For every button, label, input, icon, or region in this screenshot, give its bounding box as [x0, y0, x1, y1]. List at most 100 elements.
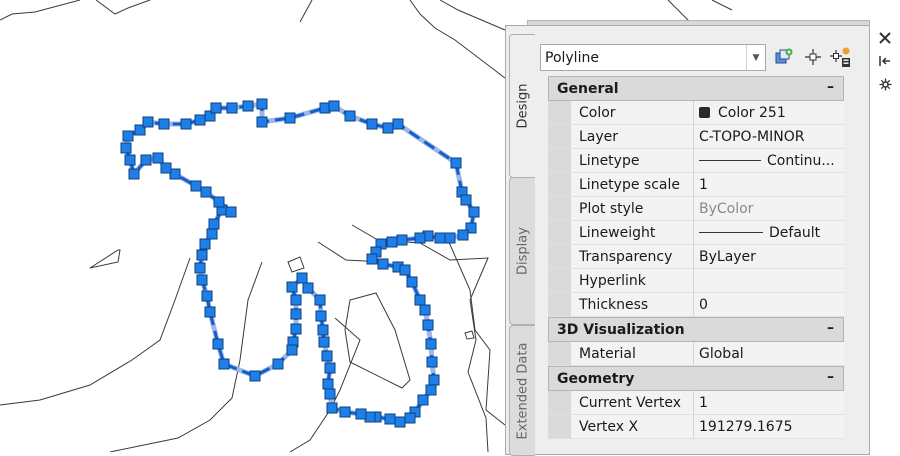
- vertex-grip[interactable]: [339, 406, 351, 418]
- vertex-grip[interactable]: [124, 154, 136, 166]
- vertex-grip[interactable]: [142, 116, 154, 128]
- section-header[interactable]: 3D Visualization –: [548, 317, 844, 342]
- property-value[interactable]: Continu...: [694, 149, 844, 172]
- property-value[interactable]: 1: [694, 391, 844, 414]
- vertex-grip[interactable]: [468, 206, 480, 218]
- property-row[interactable]: Transparency ByLayer: [548, 245, 844, 269]
- property-row[interactable]: Thickness 0: [548, 293, 844, 317]
- vertex-grip[interactable]: [152, 152, 164, 164]
- collapse-icon[interactable]: –: [827, 369, 834, 385]
- vertex-grip[interactable]: [286, 281, 298, 293]
- vertex-grip[interactable]: [328, 100, 340, 112]
- vertex-grip[interactable]: [425, 338, 437, 350]
- vertex-grip[interactable]: [201, 290, 213, 302]
- property-value[interactable]: Color 251: [694, 101, 844, 124]
- vertex-grip[interactable]: [457, 229, 469, 241]
- vertex-grip[interactable]: [286, 344, 298, 356]
- vertex-grip[interactable]: [256, 116, 268, 128]
- vertex-grip[interactable]: [249, 370, 261, 382]
- vertex-grip[interactable]: [206, 228, 218, 240]
- property-row[interactable]: Lineweight Default: [548, 221, 844, 245]
- vertex-grip[interactable]: [208, 218, 220, 230]
- polyline-path[interactable]: [124, 102, 476, 424]
- chevron-down-icon[interactable]: ▼: [746, 45, 765, 70]
- vertex-grip[interactable]: [200, 186, 212, 198]
- vertex-grip[interactable]: [344, 110, 356, 122]
- vertex-grip[interactable]: [194, 262, 206, 274]
- vertex-grip[interactable]: [382, 122, 394, 134]
- vertex-grip[interactable]: [212, 338, 224, 350]
- vertex-grip[interactable]: [392, 118, 404, 130]
- vertex-grip[interactable]: [210, 102, 222, 114]
- vertex-grip[interactable]: [290, 323, 302, 335]
- vertex-grip[interactable]: [404, 412, 416, 424]
- vertex-grip[interactable]: [256, 98, 268, 110]
- property-row[interactable]: Linetype Continu...: [548, 149, 844, 173]
- vertex-grip[interactable]: [419, 304, 431, 316]
- tab-design[interactable]: Design: [509, 34, 535, 178]
- vertex-grip[interactable]: [317, 324, 329, 336]
- section-header[interactable]: Geometry –: [548, 366, 844, 391]
- vertex-grip[interactable]: [460, 194, 472, 206]
- vertex-grip[interactable]: [272, 358, 284, 370]
- vertex-grip[interactable]: [425, 384, 437, 396]
- property-row[interactable]: Layer C-TOPO-MINOR: [548, 125, 844, 149]
- vertex-grip[interactable]: [122, 130, 134, 142]
- vertex-grip[interactable]: [218, 358, 230, 370]
- vertex-grip[interactable]: [318, 336, 330, 348]
- property-row[interactable]: Current Vertex 1: [548, 391, 844, 415]
- object-type-dropdown[interactable]: Polyline ▼: [540, 44, 766, 71]
- vertex-grip[interactable]: [140, 154, 152, 166]
- quick-select-icon[interactable]: [773, 46, 795, 68]
- property-value[interactable]: Default: [694, 221, 844, 244]
- vertex-grip[interactable]: [180, 118, 192, 130]
- vertex-grip[interactable]: [226, 102, 238, 114]
- vertex-grip[interactable]: [196, 249, 208, 261]
- vertex-grip[interactable]: [199, 238, 211, 250]
- vertex-grip[interactable]: [444, 232, 456, 244]
- vertex-grip[interactable]: [302, 282, 314, 294]
- vertex-grip[interactable]: [394, 416, 406, 428]
- vertex-grip[interactable]: [120, 142, 132, 154]
- vertex-grip[interactable]: [290, 308, 302, 320]
- vertex-grip[interactable]: [321, 350, 333, 362]
- vertex-grip[interactable]: [422, 319, 434, 331]
- vertex-grip[interactable]: [314, 294, 326, 306]
- property-value[interactable]: 1: [694, 173, 844, 196]
- vertex-grip[interactable]: [315, 310, 327, 322]
- tab-display[interactable]: Display: [509, 177, 535, 325]
- settings-icon[interactable]: [874, 73, 896, 95]
- vertex-grip[interactable]: [290, 294, 302, 306]
- property-row[interactable]: Plot style ByColor: [548, 197, 844, 221]
- vertex-grip[interactable]: [396, 234, 408, 246]
- vertex-grip[interactable]: [324, 362, 336, 374]
- property-row[interactable]: Linetype scale 1: [548, 173, 844, 197]
- property-value[interactable]: 191279.1675: [694, 415, 844, 438]
- property-value[interactable]: [694, 269, 844, 292]
- vertex-grip[interactable]: [426, 356, 438, 368]
- autohide-icon[interactable]: [874, 50, 896, 72]
- close-icon[interactable]: [874, 27, 896, 49]
- vertex-grip[interactable]: [417, 394, 429, 406]
- vertex-grip[interactable]: [377, 258, 389, 270]
- vertex-grip[interactable]: [414, 232, 426, 244]
- vertex-grip[interactable]: [194, 114, 206, 126]
- vertex-grip[interactable]: [204, 306, 216, 318]
- vertex-grip[interactable]: [384, 413, 396, 425]
- toggle-pickadd-icon[interactable]: [830, 46, 852, 68]
- property-row[interactable]: Hyperlink: [548, 269, 844, 293]
- property-value[interactable]: Global: [694, 342, 844, 365]
- vertex-grip[interactable]: [196, 274, 208, 286]
- vertex-grip[interactable]: [322, 378, 334, 390]
- tab-extended-data[interactable]: Extended Data: [509, 325, 535, 456]
- vertex-grip[interactable]: [355, 408, 367, 420]
- vertex-grip[interactable]: [366, 118, 378, 130]
- property-row[interactable]: Material Global: [548, 342, 844, 366]
- vertex-grip[interactable]: [399, 264, 411, 276]
- property-row[interactable]: Vertex X 191279.1675: [548, 415, 844, 439]
- property-row[interactable]: Color Color 251: [548, 101, 844, 125]
- vertex-grip[interactable]: [242, 100, 254, 112]
- vertex-grip[interactable]: [284, 112, 296, 124]
- vertex-grip[interactable]: [434, 232, 446, 244]
- vertex-grip[interactable]: [128, 168, 140, 180]
